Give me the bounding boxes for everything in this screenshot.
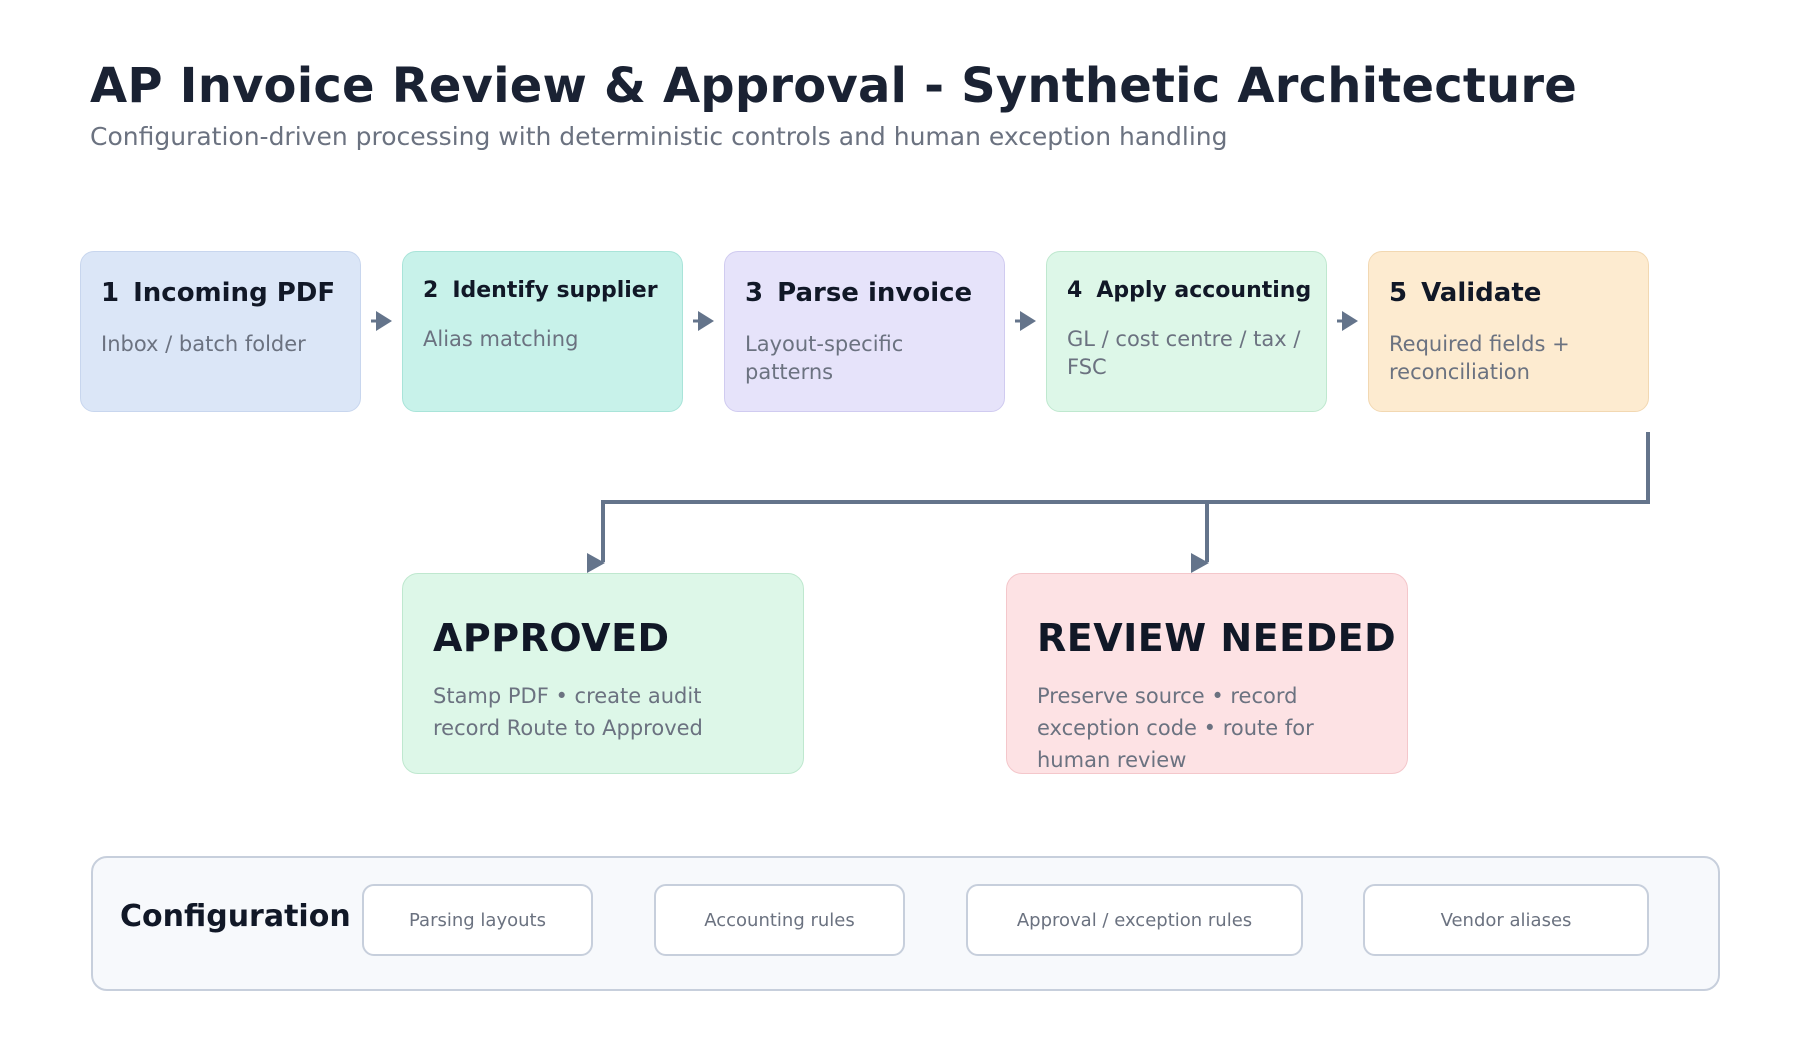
config-chip-accounting-rules: Accounting rules — [654, 884, 905, 956]
arrow-step3-to-step4 — [1015, 311, 1036, 331]
config-chip-vendor-aliases: Vendor aliases — [1363, 884, 1649, 956]
branch-trunk — [601, 432, 1650, 562]
arrow-step1-to-step2 — [371, 311, 392, 331]
arrow-step2-to-step3 — [693, 311, 714, 331]
outcome-title: APPROVED — [433, 616, 670, 660]
outcome-description: Stamp PDF • create audit record Route to… — [433, 684, 703, 740]
arrow-step4-to-step5 — [1337, 311, 1358, 331]
outcome-approved: APPROVED Stamp PDF • create audit record… — [402, 573, 804, 774]
step-arrows — [371, 311, 1358, 331]
branch-connector — [601, 432, 1650, 562]
configuration-label: Configuration — [120, 899, 351, 934]
config-chip-approval-exception-rules: Approval / exception rules — [966, 884, 1303, 956]
outcome-description: Preserve source • record exception code … — [1037, 684, 1314, 772]
config-chip-parsing-layouts: Parsing layouts — [362, 884, 593, 956]
outcome-review-needed: REVIEW NEEDED Preserve source • record e… — [1006, 573, 1408, 774]
outcome-title: REVIEW NEEDED — [1037, 616, 1397, 660]
